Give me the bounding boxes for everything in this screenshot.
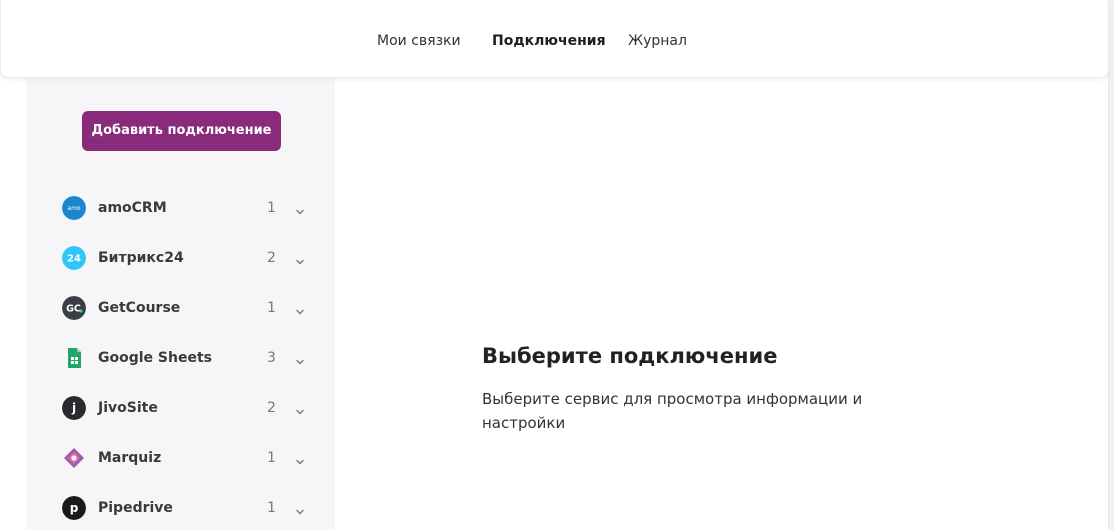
- svg-text:amo: amo: [67, 205, 81, 212]
- service-count: 1: [267, 450, 276, 466]
- service-count: 2: [267, 400, 276, 416]
- service-item-bitrix24[interactable]: 24 Битрикс24 2: [26, 238, 335, 278]
- service-item-amocrm[interactable]: amo amoCRM 1: [26, 188, 335, 228]
- service-count: 1: [267, 500, 276, 516]
- service-name: Marquiz: [98, 450, 162, 466]
- chevron-down-icon[interactable]: [295, 202, 305, 215]
- service-item-marquiz[interactable]: Marquiz 1: [26, 438, 335, 478]
- svg-text:p: p: [70, 501, 79, 515]
- service-count: 1: [267, 200, 276, 216]
- svg-text:j: j: [71, 401, 76, 415]
- add-connection-button[interactable]: Добавить подключение: [82, 111, 281, 151]
- jivosite-icon: j: [62, 396, 86, 420]
- service-name: GetCourse: [98, 300, 181, 316]
- service-name: Google Sheets: [98, 350, 212, 366]
- google-sheets-icon: [62, 346, 86, 370]
- chevron-down-icon[interactable]: [295, 352, 305, 365]
- service-name: Pipedrive: [98, 500, 173, 516]
- marquiz-icon: [62, 446, 86, 470]
- service-count: 1: [267, 300, 276, 316]
- service-name: Битрикс24: [98, 250, 184, 266]
- chevron-down-icon[interactable]: [295, 302, 305, 315]
- chevron-down-icon[interactable]: [295, 252, 305, 265]
- amocrm-icon: amo: [62, 196, 86, 220]
- top-navigation-bar: Мои связки Подключения Журнал: [0, 0, 1109, 78]
- empty-state-title: Выберите подключение: [482, 344, 778, 368]
- service-name: amoCRM: [98, 200, 167, 216]
- empty-state-description: Выберите сервис для просмотра информации…: [482, 390, 863, 432]
- tab-connections[interactable]: Подключения: [492, 31, 606, 51]
- getcourse-icon: GC: [62, 296, 86, 320]
- service-item-jivosite[interactable]: j JivoSite 2: [26, 388, 335, 428]
- svg-text:24: 24: [67, 254, 81, 265]
- chevron-down-icon[interactable]: [295, 502, 305, 515]
- service-name: JivoSite: [98, 400, 158, 416]
- tab-journal[interactable]: Журнал: [628, 31, 687, 51]
- svg-text:GC: GC: [66, 304, 81, 315]
- scrollbar-track[interactable]: [1108, 0, 1114, 530]
- connections-sidebar: Добавить подключение amo amoCRM 1 24 Бит…: [26, 78, 335, 530]
- service-item-google-sheets[interactable]: Google Sheets 3: [26, 338, 335, 378]
- service-count: 3: [267, 350, 276, 366]
- bitrix24-icon: 24: [62, 246, 86, 270]
- pipedrive-icon: p: [62, 496, 86, 520]
- service-item-pipedrive[interactable]: p Pipedrive 1: [26, 488, 335, 528]
- tab-my-links[interactable]: Мои связки: [377, 31, 461, 51]
- chevron-down-icon[interactable]: [295, 452, 305, 465]
- service-count: 2: [267, 250, 276, 266]
- service-item-getcourse[interactable]: GC GetCourse 1: [26, 288, 335, 328]
- tab-bar: Мои связки Подключения Журнал: [1, 31, 1108, 51]
- chevron-down-icon[interactable]: [295, 402, 305, 415]
